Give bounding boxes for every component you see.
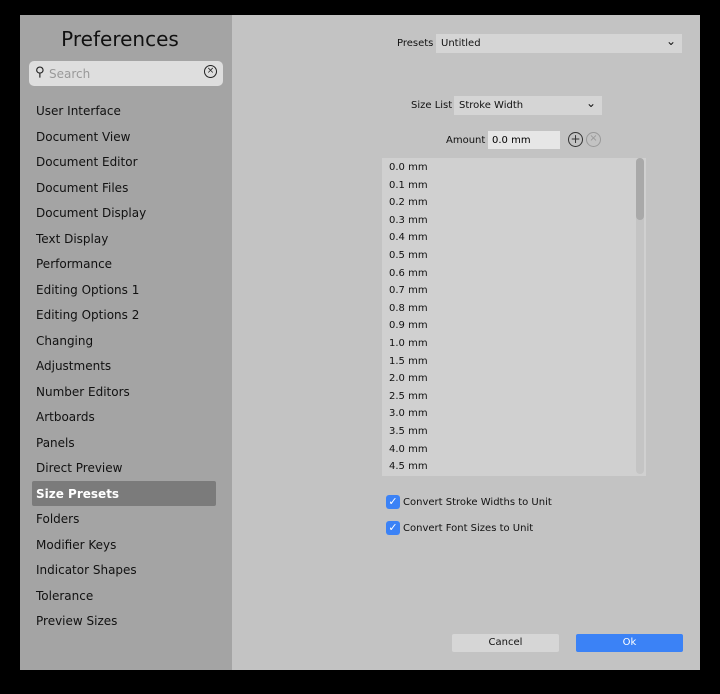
amount-input[interactable] [488, 131, 560, 149]
sidebar-item[interactable]: Size Presets [32, 480, 216, 506]
presets-label: Presets [397, 38, 434, 49]
remove-icon[interactable]: × [586, 132, 601, 147]
list-item[interactable]: 0.6 mm [382, 264, 646, 282]
sidebar-item[interactable]: Editing Options 1 [32, 277, 216, 302]
search-input[interactable] [49, 64, 199, 83]
clear-search-icon[interactable]: × [204, 65, 217, 78]
amount-label: Amount [446, 135, 486, 146]
sidebar-item[interactable]: Tolerance [32, 583, 216, 608]
list-item[interactable]: 2.5 mm [382, 387, 646, 405]
list-item[interactable]: 0.0 mm [382, 158, 646, 176]
size-list-value: Stroke Width [459, 100, 524, 111]
add-icon[interactable]: + [568, 132, 583, 147]
sidebar-item[interactable]: User Interface [32, 98, 216, 123]
sidebar-item[interactable]: Performance [32, 251, 216, 276]
sidebar-item[interactable]: Folders [32, 506, 216, 531]
sidebar-item[interactable]: Document View [32, 124, 216, 149]
list-item[interactable]: 0.9 mm [382, 316, 646, 334]
sidebar-item[interactable]: Modifier Keys [32, 532, 216, 557]
scrollbar-thumb[interactable] [636, 158, 644, 220]
list-item[interactable]: 0.7 mm [382, 281, 646, 299]
convert-font-label: Convert Font Sizes to Unit [403, 523, 534, 534]
sidebar-item[interactable]: Artboards [32, 404, 216, 429]
sidebar-item[interactable]: Panels [32, 430, 216, 455]
cancel-button[interactable]: Cancel [452, 634, 559, 652]
sidebar-item[interactable]: Indicator Shapes [32, 557, 216, 582]
list-item[interactable]: 0.4 mm [382, 228, 646, 246]
list-item[interactable]: 3.5 mm [382, 422, 646, 440]
ok-button[interactable]: Ok [576, 634, 683, 652]
scrollbar[interactable] [636, 158, 644, 474]
sidebar-item[interactable]: Text Display [32, 226, 216, 251]
sidebar: Preferences ⚲ × User InterfaceDocument V… [20, 15, 232, 670]
presets-dropdown[interactable]: Untitled ⌄ [436, 34, 682, 53]
list-item[interactable]: 0.8 mm [382, 299, 646, 317]
preferences-window: Preferences ⚲ × User InterfaceDocument V… [20, 15, 700, 670]
sidebar-item[interactable]: Changing [32, 328, 216, 353]
size-list[interactable]: 0.0 mm 0.1 mm 0.2 mm 0.3 mm 0.4 mm 0.5 mm 0.6 … [382, 158, 646, 476]
list-item[interactable]: 0.3 mm [382, 211, 646, 229]
sidebar-item[interactable]: Preview Sizes [32, 608, 216, 633]
sidebar-item[interactable]: Number Editors [32, 379, 216, 404]
presets-value: Untitled [441, 38, 481, 49]
convert-font-checkbox[interactable]: ✓ [386, 521, 400, 535]
list-item[interactable]: 3.0 mm [382, 404, 646, 422]
list-item[interactable]: 4.0 mm [382, 440, 646, 458]
sidebar-item[interactable]: Document Editor [32, 149, 216, 174]
list-item[interactable]: 1.0 mm [382, 334, 646, 352]
sidebar-item[interactable]: Adjustments [32, 353, 216, 378]
list-item[interactable]: 0.1 mm [382, 176, 646, 194]
search-box: ⚲ × [29, 61, 223, 86]
list-item[interactable]: 1.5 mm [382, 352, 646, 370]
sidebar-item[interactable]: Direct Preview [32, 455, 216, 480]
list-item[interactable]: 0.5 mm [382, 246, 646, 264]
list-item[interactable]: 2.0 mm [382, 369, 646, 387]
sidebar-item[interactable]: Document Display [32, 200, 216, 225]
sidebar-item[interactable]: Editing Options 2 [32, 302, 216, 327]
list-item[interactable]: 4.5 mm [382, 457, 646, 475]
list-item[interactable]: 0.2 mm [382, 193, 646, 211]
size-list-label: Size List [411, 100, 453, 111]
chevron-down-icon: ⌄ [585, 96, 596, 110]
chevron-down-icon: ⌄ [665, 34, 676, 48]
convert-stroke-label: Convert Stroke Widths to Unit [403, 497, 552, 508]
convert-stroke-checkbox[interactable]: ✓ [386, 495, 400, 509]
sidebar-item[interactable]: Document Files [32, 175, 216, 200]
size-list-dropdown[interactable]: Stroke Width ⌄ [454, 96, 602, 115]
page-title: Preferences [61, 27, 179, 51]
search-icon: ⚲ [35, 65, 45, 80]
